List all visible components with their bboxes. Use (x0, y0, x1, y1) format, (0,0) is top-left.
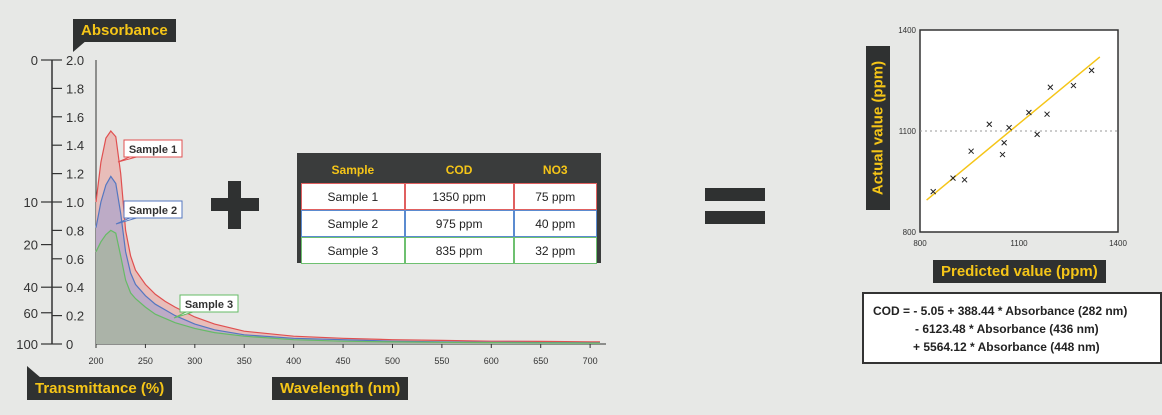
scatter-y-tick-label: 1100 (899, 127, 917, 136)
table-header-no3: NO3 (513, 157, 597, 183)
absorbance-tick-label: 2.0 (66, 53, 84, 68)
x-tick-label: 300 (187, 356, 202, 366)
transmittance-title-pointer (27, 366, 41, 378)
x-tick-label: 400 (286, 356, 301, 366)
x-tick-label: 550 (434, 356, 449, 366)
x-tick-label: 500 (385, 356, 400, 366)
absorbance-tick-label: 1.8 (66, 81, 84, 96)
table-cell: 975 ppm (404, 210, 514, 237)
absorbance-tick-label: 1.0 (66, 195, 84, 210)
equation-line-3: + 5564.12 * Absorbance (448 nm) (913, 340, 1100, 354)
calibration-scatter-plot: 800 1100 1400 1400 1100 800 (898, 26, 1127, 248)
plus-icon (211, 181, 259, 229)
absorbance-tick-label: 1.2 (66, 167, 84, 182)
transmittance-tick-label: 10 (24, 195, 38, 210)
absorbance-tick-label: 1.6 (66, 110, 84, 125)
equation-line-2: - 6123.48 * Absorbance (436 nm) (915, 322, 1099, 336)
actual-value-axis-title: Actual value (ppm) (866, 46, 890, 210)
table-cell: 40 ppm (513, 210, 597, 237)
sample-callout-label: Sample 3 (185, 299, 233, 311)
x-tick-label: 200 (88, 356, 103, 366)
absorbance-tick-label: 0 (66, 337, 73, 352)
scatter-x-tick-label: 800 (913, 239, 927, 248)
x-tick-label: 450 (336, 356, 351, 366)
cod-equation-box: COD = - 5.05 + 388.44 * Absorbance (282 … (862, 292, 1162, 364)
transmittance-tick-label: 40 (24, 280, 38, 295)
concentration-table: Sample COD NO3 Sample 1 1350 ppm 75 ppm … (297, 153, 601, 264)
x-tick-label: 700 (583, 356, 598, 366)
equation-line-1: COD = - 5.05 + 388.44 * Absorbance (282 … (873, 304, 1128, 318)
table-header-cod: COD (404, 157, 514, 183)
scatter-y-tick-label: 1400 (898, 26, 916, 35)
table-cell: 75 ppm (513, 183, 597, 210)
table-cell: 32 ppm (513, 237, 597, 264)
table-row: Sample 3 835 ppm 32 ppm (301, 237, 597, 264)
table-cell: Sample 3 (301, 237, 405, 264)
transmittance-tick-label: 100 (16, 337, 38, 352)
table-cell: 1350 ppm (404, 183, 514, 210)
table-cell: Sample 1 (301, 183, 405, 210)
scatter-y-tick-label: 800 (903, 228, 917, 237)
table-row: Sample 1 1350 ppm 75 ppm (301, 183, 597, 210)
wavelength-axis-title: Wavelength (nm) (272, 377, 409, 400)
x-tick-label: 350 (237, 356, 252, 366)
transmittance-axis-title: Transmittance (%) (27, 377, 173, 400)
table-row: Sample 2 975 ppm 40 ppm (301, 210, 597, 237)
transmittance-tick-label: 20 (24, 238, 38, 253)
x-tick-label: 650 (533, 356, 548, 366)
absorbance-tick-label: 0.6 (66, 252, 84, 267)
x-tick-label: 250 (138, 356, 153, 366)
table-cell: Sample 2 (301, 210, 405, 237)
transmittance-tick-label: 0 (31, 53, 38, 68)
absorbance-tick-label: 0.2 (66, 309, 84, 324)
sample-callout-label: Sample 1 (129, 144, 177, 156)
table-cell: 835 ppm (404, 237, 514, 264)
scatter-x-tick-label: 1400 (1109, 239, 1127, 248)
transmittance-tick-label: 60 (24, 306, 38, 321)
predicted-value-axis-title: Predicted value (ppm) (933, 260, 1106, 283)
absorbance-tick-label: 0.8 (66, 223, 84, 238)
sample-callout-label: Sample 2 (129, 205, 177, 217)
absorbance-tick-label: 1.4 (66, 138, 84, 153)
table-header-sample: Sample (301, 157, 405, 183)
scatter-x-tick-label: 1100 (1010, 239, 1028, 248)
scatter-plot-frame (919, 29, 1119, 233)
x-tick-label: 600 (484, 356, 499, 366)
absorbance-tick-label: 0.4 (66, 280, 84, 295)
equals-icon (705, 188, 765, 224)
